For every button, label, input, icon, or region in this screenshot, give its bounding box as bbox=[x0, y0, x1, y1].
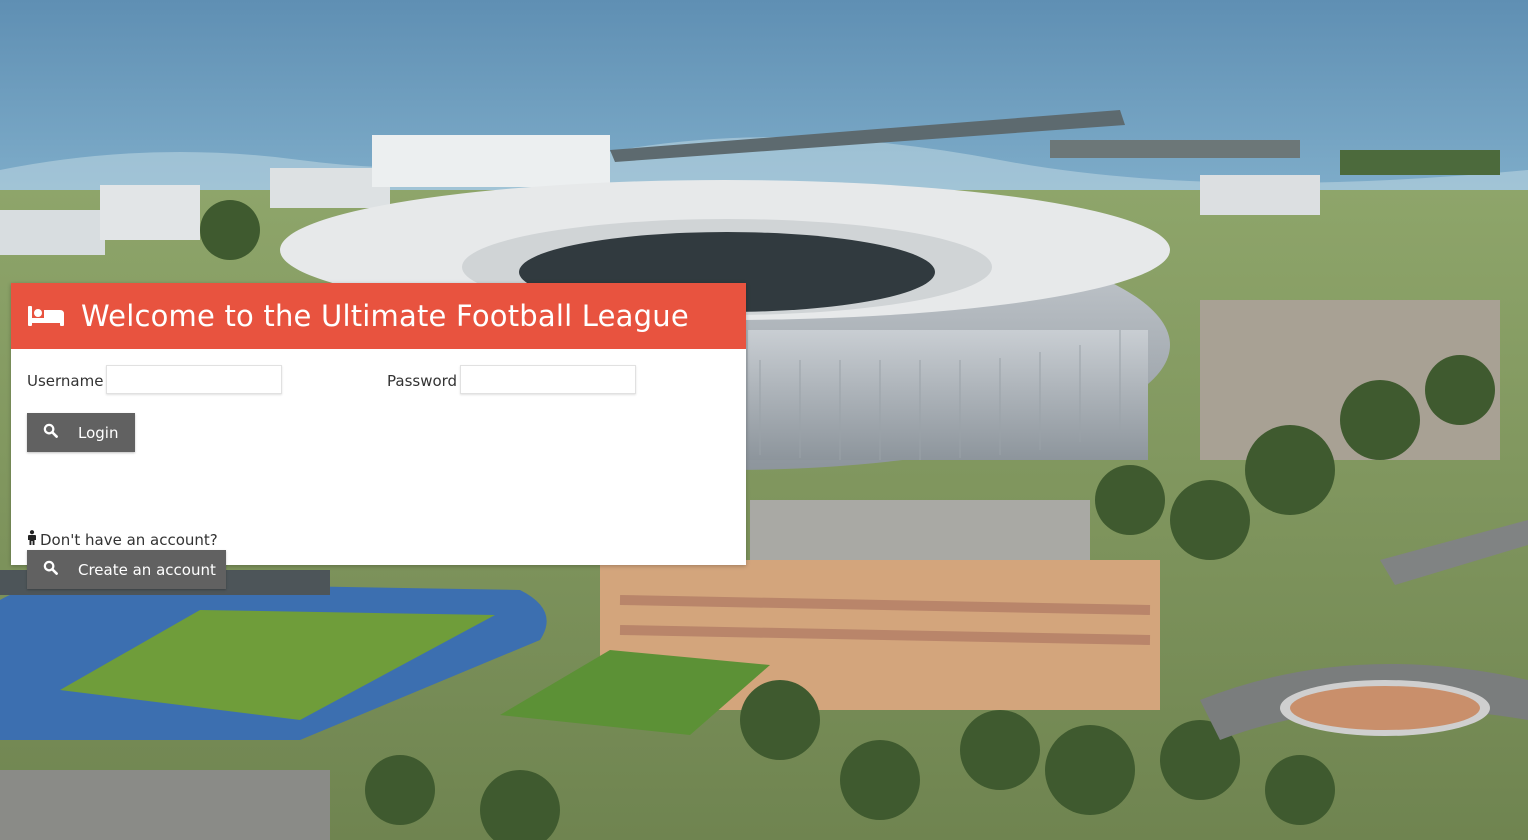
login-button-label: Login bbox=[78, 423, 119, 442]
create-account-button[interactable]: Create an account bbox=[27, 550, 226, 589]
login-panel: Welcome to the Ultimate Football League … bbox=[11, 283, 746, 589]
username-label: Username bbox=[27, 372, 104, 390]
password-label: Password bbox=[387, 372, 458, 390]
username-input[interactable] bbox=[106, 365, 282, 394]
bed-icon bbox=[27, 304, 65, 328]
signup-prompt-text: Don't have an account? bbox=[40, 530, 218, 549]
login-button[interactable]: Login bbox=[27, 413, 135, 452]
search-icon bbox=[43, 560, 78, 579]
panel-header: Welcome to the Ultimate Football League bbox=[11, 283, 746, 349]
signup-prompt: Don't have an account? bbox=[27, 530, 218, 549]
login-form: Username Password Login Don't have an ac… bbox=[11, 349, 746, 589]
search-icon bbox=[43, 423, 78, 442]
person-icon bbox=[27, 530, 40, 549]
create-account-button-label: Create an account bbox=[78, 560, 216, 579]
page-title: Welcome to the Ultimate Football League bbox=[81, 299, 689, 333]
password-input[interactable] bbox=[460, 365, 636, 394]
